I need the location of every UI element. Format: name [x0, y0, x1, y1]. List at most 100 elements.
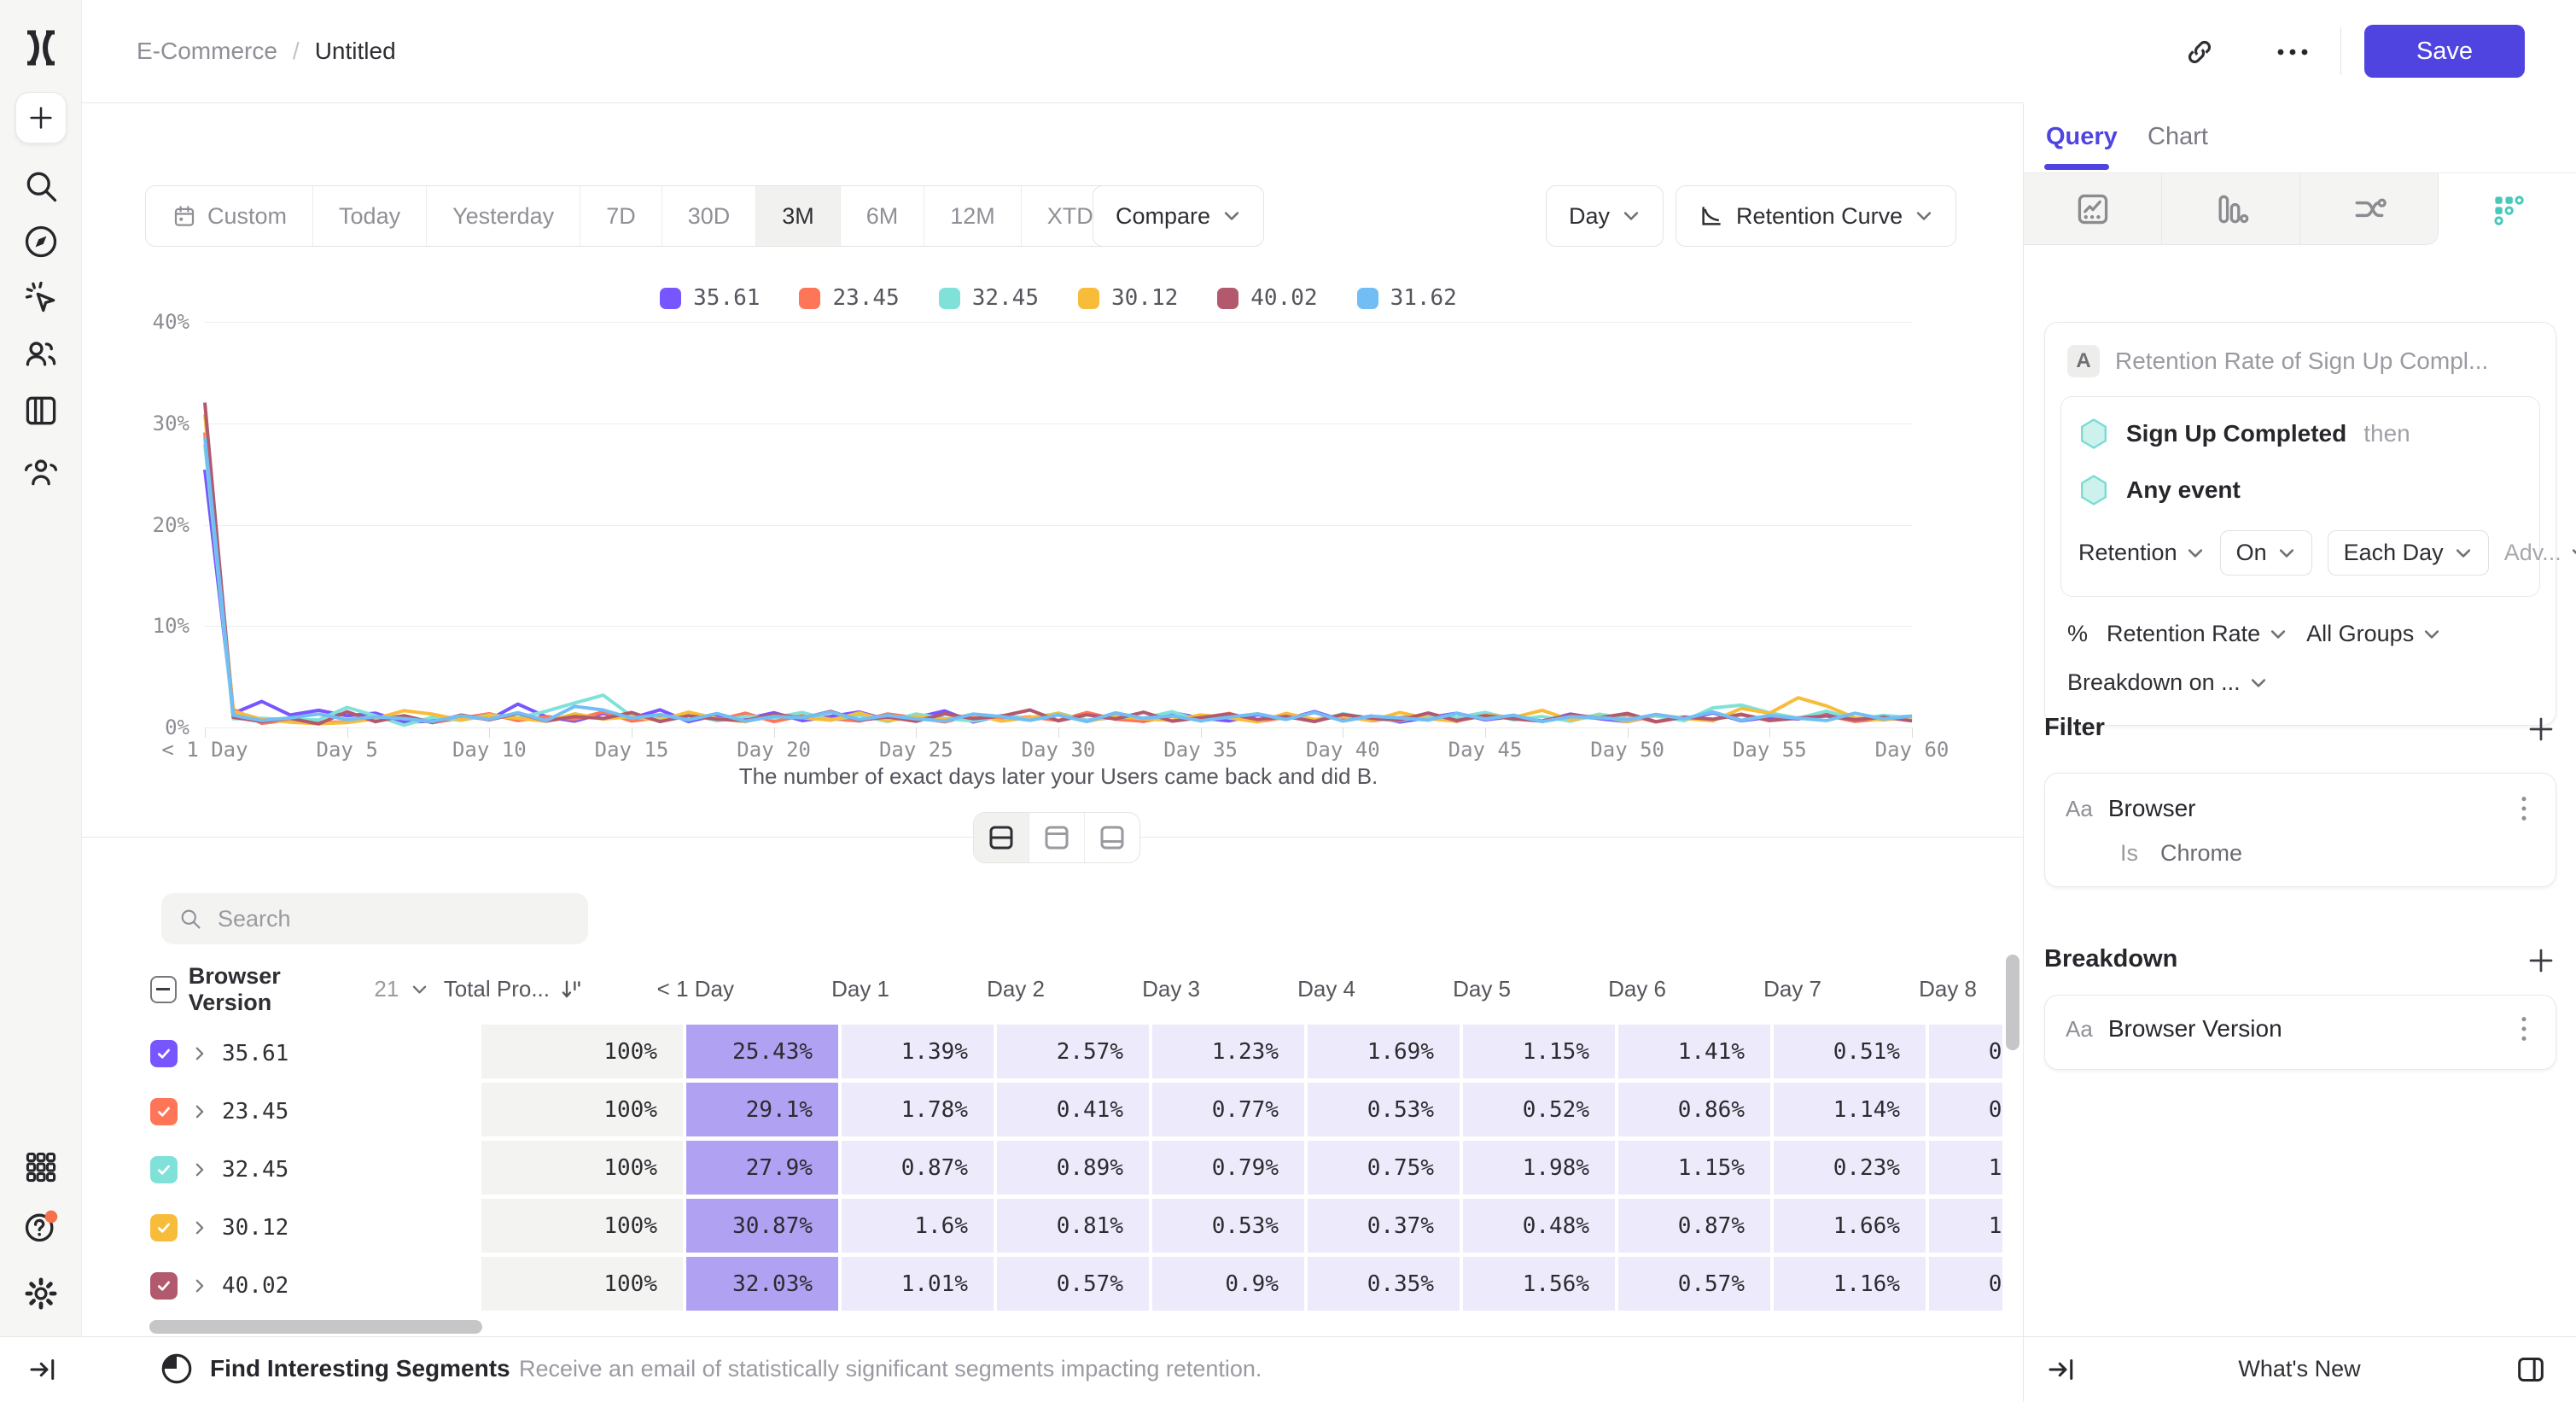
boards-icon[interactable]	[22, 392, 60, 429]
users-icon[interactable]	[22, 335, 60, 372]
chart-type-retention[interactable]	[2439, 173, 2576, 245]
retention-cell[interactable]: 1.56%	[1463, 1257, 1618, 1315]
retention-cell[interactable]: 1.69%	[1308, 1025, 1463, 1083]
filter-property[interactable]: Browser	[2108, 795, 2497, 822]
retention-cell[interactable]: 0.75%	[1308, 1141, 1463, 1199]
retention-line-chart[interactable]	[205, 322, 1912, 727]
series-line-31.62[interactable]	[205, 437, 1912, 721]
breakdown-card[interactable]: Aa Browser Version	[2044, 995, 2556, 1070]
day-header-cell[interactable]: Day 7	[1692, 976, 1847, 1002]
chart-type-insights[interactable]	[2024, 173, 2162, 245]
interval-dropdown[interactable]: Each Day	[2328, 530, 2489, 575]
series-line-30.12[interactable]	[205, 414, 1912, 723]
retention-cell[interactable]: 0.48%	[1929, 1257, 2002, 1315]
search-input[interactable]	[216, 905, 571, 933]
retention-cell[interactable]: 2.57%	[997, 1025, 1152, 1083]
layout-split-button[interactable]	[974, 813, 1029, 862]
collapse-sidebar-icon[interactable]	[26, 1354, 57, 1385]
total-cell[interactable]: 100%	[481, 1025, 686, 1083]
total-cell[interactable]: 100%	[481, 1257, 686, 1315]
retention-cell[interactable]: 0.23%	[1774, 1141, 1929, 1199]
total-cell[interactable]: 100%	[481, 1199, 686, 1257]
layout-chart-only-button[interactable]	[1029, 813, 1085, 862]
breadcrumb-title[interactable]: Untitled	[315, 38, 396, 65]
retention-cell[interactable]: 0.41%	[997, 1083, 1152, 1141]
retention-cell[interactable]: 0.53%	[1308, 1083, 1463, 1141]
legend-item[interactable]: 32.45	[939, 285, 1039, 311]
kebab-menu-icon[interactable]	[2513, 794, 2535, 823]
retention-cell[interactable]: 32.03%	[686, 1257, 842, 1315]
query-title-row[interactable]: A Retention Rate of Sign Up Compl...	[2045, 323, 2556, 377]
apps-grid-icon[interactable]	[22, 1148, 60, 1186]
row-checkbox[interactable]	[150, 1040, 178, 1067]
retention-cell[interactable]: 0.9%	[1152, 1257, 1308, 1315]
series-line-32.45[interactable]	[205, 445, 1912, 726]
retention-cell[interactable]: 0.52%	[1463, 1083, 1618, 1141]
retention-cell[interactable]: 1.98%	[1463, 1141, 1618, 1199]
retention-cell[interactable]: 0.49%	[1929, 1083, 2002, 1141]
add-breakdown-button[interactable]	[2526, 945, 2556, 976]
retention-cell[interactable]: 1.02%	[1929, 1141, 2002, 1199]
range-custom[interactable]: Custom	[146, 186, 313, 246]
retention-cell[interactable]: 0.87%	[842, 1141, 997, 1199]
mixpanel-logo[interactable]	[20, 27, 61, 68]
collapse-panel-icon[interactable]	[2045, 1354, 2076, 1385]
retention-cell[interactable]: 0.64%	[1929, 1025, 2002, 1083]
retention-cell[interactable]: 0.37%	[1308, 1199, 1463, 1257]
horizontal-scrollbar[interactable]	[149, 1320, 482, 1334]
range-12m[interactable]: 12M	[924, 186, 1022, 246]
row-checkbox[interactable]	[150, 1156, 178, 1183]
find-segments-button[interactable]: Find Interesting Segments	[210, 1355, 510, 1382]
retention-cell[interactable]: 0.51%	[1774, 1025, 1929, 1083]
row-checkbox[interactable]	[150, 1214, 178, 1241]
retention-cell[interactable]: 1.6%	[842, 1199, 997, 1257]
range-30d[interactable]: 30D	[662, 186, 757, 246]
retention-cell[interactable]: 0.81%	[997, 1199, 1152, 1257]
retention-cell[interactable]: 1.66%	[1774, 1199, 1929, 1257]
retention-cell[interactable]: 1.01%	[842, 1257, 997, 1315]
range-today[interactable]: Today	[313, 186, 427, 246]
breakdown-on-dropdown[interactable]: Breakdown on ...	[2067, 669, 2268, 696]
retention-cell[interactable]: 0.57%	[997, 1257, 1152, 1315]
day-header-cell[interactable]: Day 1	[760, 976, 915, 1002]
help-icon[interactable]	[22, 1207, 60, 1245]
measure-dropdown[interactable]: Retention Rate	[2107, 621, 2288, 647]
retention-cell[interactable]: 0.48%	[1463, 1199, 1618, 1257]
day-header-cell[interactable]: Day 4	[1226, 976, 1381, 1002]
retention-cell[interactable]: 1.23%	[1152, 1025, 1308, 1083]
retention-cell[interactable]: 1.15%	[1463, 1025, 1618, 1083]
retention-cell[interactable]: 1.14%	[1774, 1083, 1929, 1141]
retention-cell[interactable]: 0.79%	[1152, 1141, 1308, 1199]
day-header-cell[interactable]: Day 6	[1536, 976, 1692, 1002]
retention-cell[interactable]: 1.31%	[1929, 1199, 2002, 1257]
whats-new-link[interactable]: What's New	[2214, 1356, 2385, 1382]
retention-cell[interactable]: 1.15%	[1618, 1141, 1774, 1199]
on-dropdown[interactable]: On	[2220, 530, 2312, 575]
range-yesterday[interactable]: Yesterday	[427, 186, 580, 246]
retention-cell[interactable]: 0.35%	[1308, 1257, 1463, 1315]
legend-item[interactable]: 23.45	[799, 285, 899, 311]
retention-cell[interactable]: 0.77%	[1152, 1083, 1308, 1141]
range-6m[interactable]: 6M	[841, 186, 925, 246]
retention-cell[interactable]: 1.78%	[842, 1083, 997, 1141]
row-label[interactable]: 30.12	[222, 1215, 288, 1241]
add-filter-button[interactable]	[2526, 714, 2556, 745]
settings-gear-icon[interactable]	[22, 1275, 60, 1312]
vertical-scrollbar[interactable]	[2006, 955, 2019, 1050]
retention-type-dropdown[interactable]: Retention	[2078, 540, 2205, 566]
retention-cell[interactable]: 0.87%	[1618, 1199, 1774, 1257]
advanced-dropdown[interactable]: Adv...	[2504, 540, 2576, 566]
tab-chart[interactable]: Chart	[2148, 123, 2208, 151]
retention-cell[interactable]: 1.41%	[1618, 1025, 1774, 1083]
step-born-event[interactable]: Sign Up Completed then	[2078, 418, 2522, 450]
row-label[interactable]: 35.61	[222, 1041, 288, 1066]
retention-cell[interactable]: 1.16%	[1774, 1257, 1929, 1315]
retention-cell[interactable]: 0.86%	[1618, 1083, 1774, 1141]
range-3m[interactable]: 3M	[756, 186, 841, 246]
panel-layout-icon[interactable]	[2514, 1352, 2548, 1387]
row-label[interactable]: 32.45	[222, 1157, 288, 1183]
row-checkbox[interactable]	[150, 1272, 178, 1300]
filter-condition-row[interactable]: Is Chrome	[2045, 823, 2556, 867]
breakdown-property[interactable]: Browser Version	[2108, 1015, 2497, 1043]
retention-cell[interactable]: 0.53%	[1152, 1199, 1308, 1257]
